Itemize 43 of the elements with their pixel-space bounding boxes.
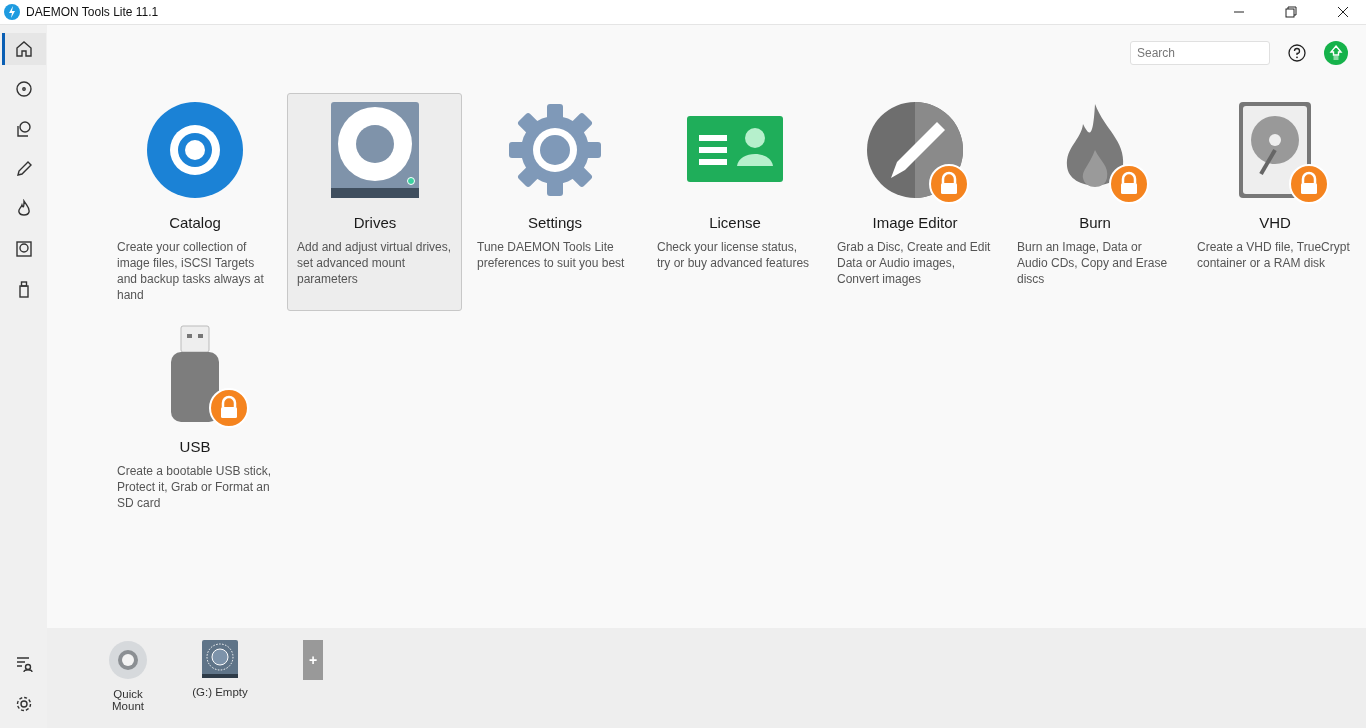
feature-tile[interactable]: Image Editor Grab a Disc, Create and Edit Data or Audio images, Convert images (827, 93, 1002, 311)
lock-badge-icon (929, 164, 969, 204)
tile-title: USB (179, 438, 211, 455)
tile-description: Burn an Image, Data or Audio CDs, Copy and Erase discs (1017, 239, 1169, 287)
tile-description: Create your collection of image files, iSCSI Targets and backup tasks always at hand (117, 239, 265, 303)
tile-description: Tune DAEMON Tools Lite preferences to suit you best (477, 239, 626, 271)
search-field[interactable]: Search (1130, 41, 1270, 65)
lock-badge-icon (1289, 164, 1329, 204)
quick-mount-button[interactable]: Quick Mount (97, 640, 159, 728)
close-icon (1337, 6, 1349, 18)
feature-tile[interactable]: Burn Burn an Image, Data or Audio CDs, Copy and Erase discs (1007, 93, 1182, 311)
help-icon[interactable] (1288, 44, 1306, 62)
lock-badge-icon (1109, 164, 1149, 204)
feature-tile[interactable]: Catalog Create your collection of image files, iSCSI Targets and backup tasks always at hand (107, 93, 282, 311)
app-logo-icon (4, 4, 20, 20)
home-nav-button[interactable] (1, 33, 46, 65)
tile-title: Drives (353, 214, 397, 231)
tile-description: Check your license status, try or buy advanced features (657, 239, 811, 271)
drive-icon (202, 640, 238, 678)
feature-tile[interactable]: VHD Create a VHD file, TrueCrypt container or a RAM disk (1187, 93, 1362, 311)
window-title: DAEMON Tools Lite 11.1 (26, 5, 160, 19)
restore-icon (1285, 6, 1297, 18)
home-icon (13, 39, 34, 59)
tile-title: Image Editor (872, 214, 958, 231)
tile-title: VHD (1259, 214, 1291, 231)
feature-tile[interactable]: USB Create a bootable USB stick, Protect it, Grab or Format an SD card (107, 317, 282, 535)
update-icon[interactable] (1324, 41, 1348, 65)
tile-title: Settings (527, 214, 583, 231)
tile-description: Grab a Disc, Create and Edit Data or Audio images, Convert images (837, 239, 992, 287)
tile-description: Create a VHD file, TrueCrypt container or a RAM disk (1197, 239, 1351, 271)
feature-tile[interactable]: License Check your license status, try or buy advanced features (647, 93, 822, 311)
feature-tile[interactable]: Drives Add and adjust virtual drives, set advanced mount parameters (287, 93, 462, 311)
tile-description: Add and adjust virtual drives, set advanced mount parameters (297, 239, 453, 287)
disc-icon (145, 100, 245, 200)
tile-title: Catalog (169, 214, 221, 231)
disc-icon (13, 79, 34, 99)
feature-tile[interactable]: Settings Tune DAEMON Tools Lite preferences to suit you best (467, 93, 642, 311)
lock-badge-icon (209, 388, 249, 428)
tile-description: Create a bootable USB stick, Protect it, Grab or Format an SD card (117, 463, 273, 511)
tile-title: Burn (1079, 214, 1111, 231)
virtual-drive-button[interactable]: (G:) Empty (189, 640, 251, 728)
tile-title: License (709, 214, 761, 231)
disc-icon (108, 640, 148, 680)
